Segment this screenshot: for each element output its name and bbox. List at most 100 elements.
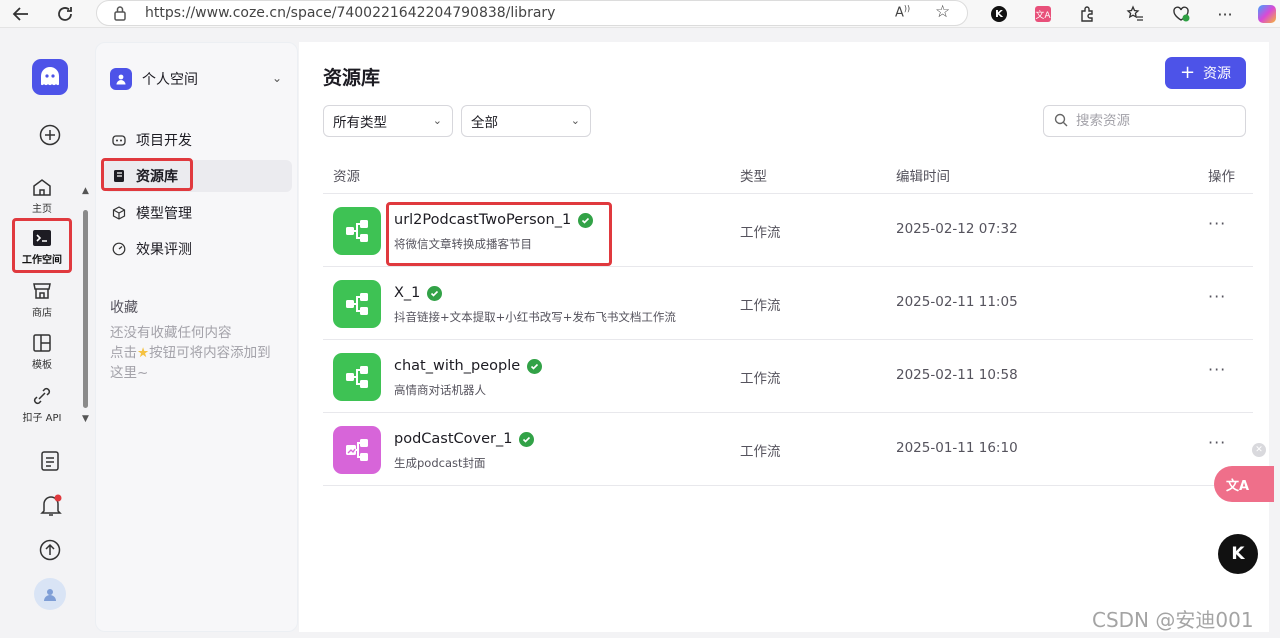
watermark: CSDN @安迪001 [1092,608,1254,632]
column-header-edit-time: 编辑时间 [896,169,950,185]
resource-description: 抖音链接+文本提取+小红书改写+发布飞书文档工作流 [394,310,676,324]
notification-bell-icon[interactable] [40,494,62,522]
more-actions-icon[interactable]: ··· [1208,287,1226,306]
translate-float-button[interactable]: 文A [1214,466,1274,502]
image-workflow-icon [333,426,381,474]
sidebar-item-models[interactable]: 模型管理 [104,197,292,229]
column-header-ops: 操作 [1208,169,1235,185]
table-row[interactable]: url2PodcastTwoPerson_1 将微信文章转换成播客节目 工作流 … [323,194,1253,267]
space-sidebar: 个人空间 ⌄ 项目开发 资源库 模型管理 效果评测 收藏 还没有收藏任何内容 点… [95,42,298,632]
favorites-title: 收藏 [110,300,138,316]
search-icon [1054,112,1068,131]
copilot-icon[interactable] [1256,3,1278,25]
k-assistant-button[interactable]: K [1218,534,1258,574]
chevron-down-icon: ⌄ [432,114,442,127]
favorites-empty-line: 点击★按钮可将内容添加到 [110,343,295,363]
favorites-empty-line: 这里~ [110,365,149,381]
close-icon[interactable]: ✕ [1252,443,1266,457]
published-check-icon [578,212,594,228]
space-switcher[interactable]: 个人空间 ⌄ [110,67,290,91]
chevron-down-icon: ⌄ [570,114,580,127]
resource-name-text: X_1 [394,285,421,301]
extensions-puzzle-icon[interactable] [1076,3,1098,25]
store-icon [33,283,51,299]
address-bar[interactable]: https://www.coze.cn/space/74002216422047… [96,0,968,26]
resource-edit-time: 2025-02-11 11:05 [896,294,1018,310]
translate-extension-icon[interactable]: 文A [1032,3,1054,25]
scope-filter-value: 全部 [471,115,498,131]
sidebar-item-library[interactable]: 资源库 [104,160,292,192]
template-icon [33,334,51,352]
rail-item-home[interactable]: 主页 [12,176,72,215]
plus-icon: + [1179,62,1196,83]
resource-type: 工作流 [740,444,781,460]
k-extension-icon[interactable]: K [988,3,1010,25]
coze-logo-icon[interactable] [32,59,68,95]
back-arrow-icon[interactable] [8,2,34,26]
browser-health-icon[interactable] [1170,3,1192,25]
upgrade-arrow-icon[interactable] [39,539,61,565]
table-row[interactable]: X_1 抖音链接+文本提取+小红书改写+发布飞书文档工作流 工作流 2025-0… [323,267,1253,340]
space-name: 个人空间 [142,72,198,88]
rail-item-workspace[interactable]: 工作空间 [12,227,72,266]
table-row[interactable]: podCastCover_1 生成podcast封面 工作流 2025-01-1… [323,413,1253,486]
reload-icon[interactable] [52,2,78,26]
gauge-icon [112,242,126,256]
rail-item-store[interactable]: 商店 [12,280,72,319]
url-text: https://www.coze.cn/space/74002216422047… [145,5,556,21]
resource-name: url2PodcastTwoPerson_1 [394,212,594,228]
add-resource-label: 资源 [1203,66,1232,82]
library-main: 资源库 + 资源 所有类型 ⌄ 全部 ⌄ 资源 类型 编辑时间 操作 url2P… [299,42,1269,632]
table-header: 资源 类型 编辑时间 操作 [323,156,1253,194]
home-icon [33,179,51,196]
rail-scrollbar[interactable]: ▲ ▼ [82,186,90,426]
column-header-type: 类型 [740,169,767,185]
resource-name-text: chat_with_people [394,358,521,374]
type-filter-select[interactable]: 所有类型 ⌄ [323,105,453,137]
read-aloud-icon[interactable]: A)) [895,4,910,20]
add-resource-button[interactable]: + 资源 [1165,57,1246,89]
more-actions-icon[interactable]: ··· [1208,360,1226,379]
favorites-empty-part: 按钮可将内容添加到 [149,345,271,361]
api-icon [33,387,51,405]
resource-type: 工作流 [740,225,781,241]
resource-type: 工作流 [740,298,781,314]
rail-item-api[interactable]: 扣子 API [12,385,72,424]
published-check-icon [527,358,543,374]
translate-icon: 文A [1226,478,1250,494]
resource-name: podCastCover_1 [394,431,535,447]
type-filter-value: 所有类型 [333,115,387,131]
favorites-empty-part: 点击 [110,345,137,361]
rail-item-label: 商店 [32,308,52,319]
rail-item-label: 模板 [32,360,52,371]
published-check-icon [427,285,443,301]
sidebar-item-projects[interactable]: 项目开发 [104,124,292,156]
star-icon: ★ [137,345,150,361]
resource-description: 将微信文章转换成播客节目 [394,237,532,251]
rail-item-template[interactable]: 模板 [12,332,72,371]
sidebar-item-label: 项目开发 [136,133,192,149]
resource-edit-time: 2025-02-11 10:58 [896,367,1018,383]
sidebar-item-evaluation[interactable]: 效果评测 [104,233,292,265]
favorite-star-icon[interactable]: ☆ [935,2,950,22]
favorites-bar-icon[interactable] [1124,3,1146,25]
more-actions-icon[interactable]: ··· [1208,214,1226,233]
scope-filter-select[interactable]: 全部 ⌄ [461,105,591,137]
search-input[interactable] [1076,113,1226,129]
workflow-icon [333,353,381,401]
app-rail: 主页 工作空间 商店 模板 扣子 API ▲ ▼ [6,40,94,632]
library-icon [112,169,126,183]
browser-toolbar: https://www.coze.cn/space/74002216422047… [0,0,1280,28]
docs-icon[interactable] [40,450,60,476]
rail-item-label: 工作空间 [22,255,62,266]
search-box[interactable] [1043,105,1246,137]
more-menu-icon[interactable]: ··· [1214,3,1236,25]
robot-icon [112,133,126,147]
more-actions-icon[interactable]: ··· [1208,433,1226,452]
resource-type: 工作流 [740,371,781,387]
create-plus-icon[interactable] [39,124,61,150]
table-row[interactable]: chat_with_people 高情商对话机器人 工作流 2025-02-11… [323,340,1253,413]
user-avatar[interactable] [34,578,66,610]
resource-edit-time: 2025-02-12 07:32 [896,221,1018,237]
workflow-icon [333,280,381,328]
